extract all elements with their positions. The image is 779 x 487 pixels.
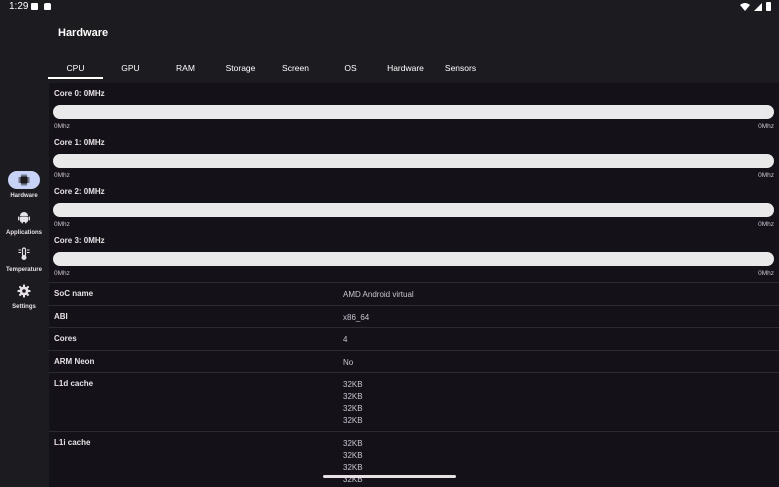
nav-item-temperature[interactable]: Temperature bbox=[0, 245, 48, 273]
nav-label-hardware: Hardware bbox=[10, 193, 38, 199]
info-value: AMD Android virtual bbox=[343, 290, 414, 299]
info-label: L1d cache bbox=[54, 379, 94, 388]
android-icon bbox=[18, 212, 30, 224]
info-value: 32KB bbox=[343, 451, 363, 460]
nav-active-indicator bbox=[8, 171, 40, 189]
nav-item-hardware[interactable]: Hardware bbox=[0, 171, 48, 199]
info-label: Cores bbox=[54, 334, 77, 343]
info-row-abi: ABI x86_64 bbox=[49, 305, 779, 328]
status-time: 1:29 bbox=[9, 1, 29, 12]
info-label: L1i cache bbox=[54, 438, 91, 447]
info-value: 32KB bbox=[343, 392, 363, 401]
core-label: Core 3: 0MHz bbox=[54, 236, 105, 245]
core-frequency-bar bbox=[53, 203, 774, 217]
core-min-frequency: 0Mhz bbox=[54, 123, 70, 130]
core-min-frequency: 0Mhz bbox=[54, 221, 70, 228]
tab-bar: CPU GPU RAM Storage Screen OS Hardware S… bbox=[48, 58, 779, 82]
chip-icon bbox=[18, 174, 30, 186]
page-title: Hardware bbox=[58, 27, 109, 39]
battery-icon bbox=[766, 2, 771, 11]
nav-item-settings[interactable]: Settings bbox=[0, 282, 48, 310]
info-value: 32KB bbox=[343, 380, 363, 389]
info-row-arm-neon: ARM Neon No bbox=[49, 350, 779, 373]
info-row-l1i-cache: L1i cache 32KB 32KB 32KB 32KB bbox=[49, 431, 779, 487]
core-label: Core 2: 0MHz bbox=[54, 187, 105, 196]
tab-ram[interactable]: RAM bbox=[158, 58, 213, 80]
core-label: Core 1: 0MHz bbox=[54, 138, 105, 147]
nav-item-applications[interactable]: Applications bbox=[0, 208, 48, 236]
thermometer-icon bbox=[18, 247, 30, 260]
notification-icon bbox=[31, 3, 38, 10]
tab-os[interactable]: OS bbox=[323, 58, 378, 80]
core-min-frequency: 0Mhz bbox=[54, 172, 70, 179]
tab-gpu[interactable]: GPU bbox=[103, 58, 158, 80]
core-max-frequency: 0Mhz bbox=[758, 221, 774, 228]
info-value: 32KB bbox=[343, 404, 363, 413]
nav-label-applications: Applications bbox=[5, 230, 42, 236]
info-value: x86_64 bbox=[343, 313, 370, 322]
info-value-list: 32KB 32KB 32KB 32KB bbox=[343, 438, 363, 486]
info-label: SoC name bbox=[54, 289, 94, 298]
info-row-l1d-cache: L1d cache 32KB 32KB 32KB 32KB bbox=[49, 372, 779, 431]
gear-icon bbox=[17, 284, 31, 298]
cpu-content[interactable]: Core 0: 0MHz 0Mhz 0Mhz Core 1: 0MHz 0Mhz… bbox=[49, 83, 779, 487]
gesture-navigation-handle[interactable] bbox=[323, 475, 456, 478]
info-row-cores: Cores 4 bbox=[49, 327, 779, 350]
nav-label-settings: Settings bbox=[12, 304, 36, 310]
info-label: ABI bbox=[54, 312, 68, 321]
core-frequency-bar bbox=[53, 105, 774, 119]
tab-sensors[interactable]: Sensors bbox=[433, 58, 488, 80]
tab-cpu[interactable]: CPU bbox=[48, 58, 103, 80]
info-value: 4 bbox=[343, 335, 348, 344]
info-value: 32KB bbox=[343, 416, 363, 425]
tab-hardware[interactable]: Hardware bbox=[378, 58, 433, 80]
tab-screen[interactable]: Screen bbox=[268, 58, 323, 80]
info-row-soc-name: SoC name AMD Android virtual bbox=[49, 282, 779, 305]
core-frequency-bar bbox=[53, 252, 774, 266]
status-bar: 1:29 bbox=[0, 0, 779, 14]
tab-storage[interactable]: Storage bbox=[213, 58, 268, 80]
info-value: No bbox=[343, 358, 354, 367]
cell-signal-icon bbox=[754, 2, 762, 11]
core-max-frequency: 0Mhz bbox=[758, 123, 774, 130]
core-min-frequency: 0Mhz bbox=[54, 270, 70, 277]
info-label: ARM Neon bbox=[54, 357, 95, 366]
core-frequency-bar bbox=[53, 154, 774, 168]
core-max-frequency: 0Mhz bbox=[758, 270, 774, 277]
info-value: 32KB bbox=[343, 463, 363, 472]
sim-card-icon bbox=[44, 3, 51, 10]
core-label: Core 0: 0MHz bbox=[54, 89, 105, 98]
info-value-list: 32KB 32KB 32KB 32KB bbox=[343, 379, 363, 427]
nav-label-temperature: Temperature bbox=[6, 267, 42, 273]
info-value: 32KB bbox=[343, 439, 363, 448]
core-max-frequency: 0Mhz bbox=[758, 172, 774, 179]
wifi-icon bbox=[740, 2, 750, 11]
